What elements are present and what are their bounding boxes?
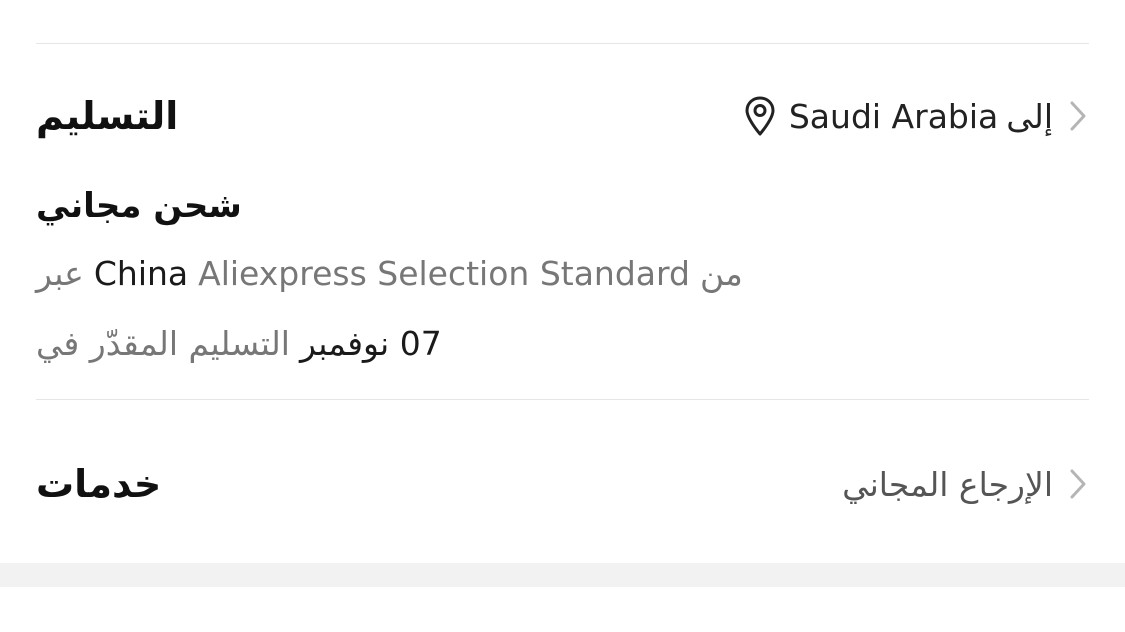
chevron-right-icon [1067,96,1089,136]
shipping-route: منAliexpress Selection StandardChinaعبر [36,254,743,293]
delivery-estimate: 07 نوفمبرالتسليم المقدّر في [36,324,442,363]
origin-country: China [93,254,189,293]
section-separator-band [0,563,1125,587]
product-detail-page: إلى Saudi Arabia التسليم شحن مجاني منAli… [0,0,1125,632]
section-divider [36,399,1089,400]
top-divider [36,43,1089,44]
services-value: الإرجاع المجاني [842,464,1053,504]
carrier-name: Aliexpress Selection Standard [198,254,690,293]
shipping-title: شحن مجاني [36,186,242,226]
location-pin-icon [743,95,777,137]
destination-country: Saudi Arabia [788,96,999,136]
delivery-destination: إلى Saudi Arabia [743,95,1053,137]
chevron-right-icon [1067,464,1089,504]
services-section-title: خدمات [36,462,162,506]
estimate-label: التسليم المقدّر في [36,324,290,363]
route-via-label: عبر [36,254,84,293]
estimate-date: 07 نوفمبر [299,324,442,363]
delivery-destination-row[interactable]: إلى Saudi Arabia التسليم [36,86,1089,146]
destination-prefix: إلى [1006,96,1053,136]
services-row[interactable]: الإرجاع المجاني خدمات [36,454,1089,514]
delivery-section-title: التسليم [36,94,179,138]
route-from-label: من [699,254,743,293]
